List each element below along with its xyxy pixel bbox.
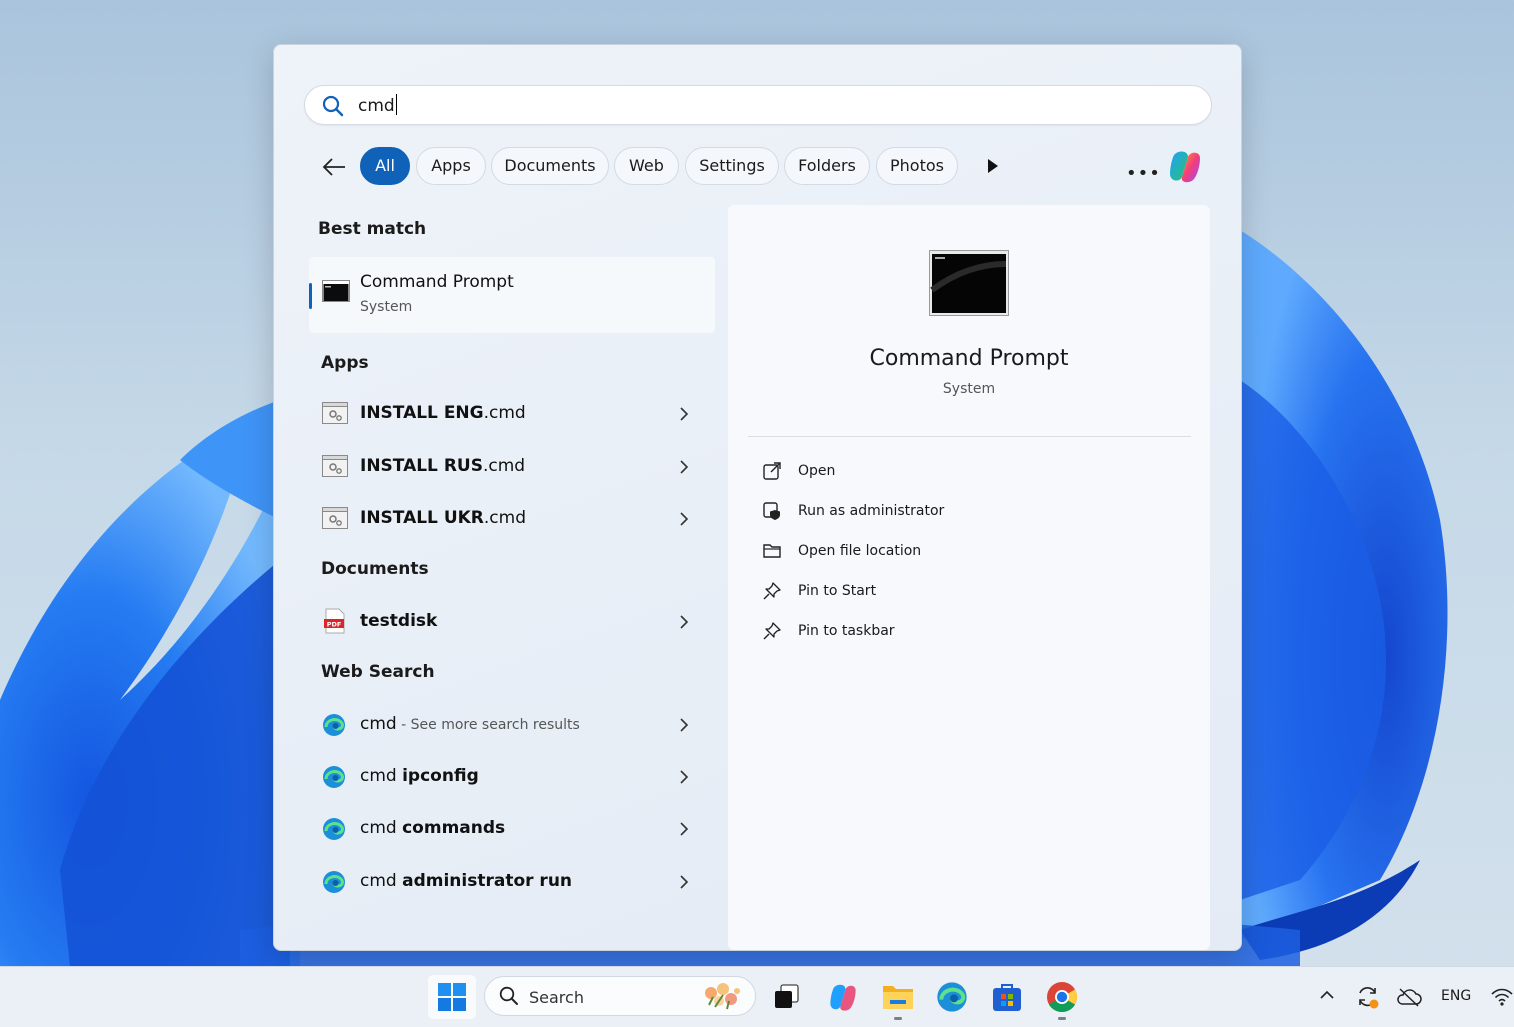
flowers-illustration-icon (705, 983, 740, 1010)
list-item-label: INSTALL RUS.cmd (360, 456, 526, 476)
action-label: Open (798, 463, 836, 479)
search-input[interactable]: cmd (304, 85, 1212, 125)
sync-icon[interactable] (1355, 984, 1381, 1010)
search-panel: cmd All Apps Documents Web Settings Fold… (273, 44, 1242, 951)
tab-apps[interactable]: Apps (416, 147, 486, 185)
batch-file-icon (322, 402, 348, 424)
list-item-label: INSTALL ENG.cmd (360, 403, 526, 423)
web-search-heading: Web Search (321, 662, 435, 682)
best-match-command-prompt[interactable]: Command Prompt System (309, 257, 715, 333)
tab-documents[interactable]: Documents (491, 147, 609, 185)
chevron-right-icon[interactable] (679, 614, 689, 630)
best-match-title: Command Prompt (360, 272, 514, 292)
list-item-web-cmd-ipconfig[interactable]: cmd ipconfig (319, 757, 699, 797)
pin-icon (763, 622, 781, 640)
list-item-testdisk[interactable]: PDF testdisk (319, 602, 699, 642)
start-button[interactable] (428, 975, 476, 1019)
file-explorer-icon[interactable] (882, 982, 914, 1012)
action-pin-to-start[interactable]: Pin to Start (762, 578, 1162, 608)
wifi-icon[interactable] (1490, 986, 1514, 1008)
preview-title: Command Prompt (869, 346, 1069, 371)
tab-photos[interactable]: Photos (876, 147, 958, 185)
list-item-label: cmd - See more search results (360, 714, 580, 734)
chevron-right-icon[interactable] (679, 406, 689, 422)
preview-subtitle: System (942, 381, 996, 397)
more-options-icon[interactable]: ••• (1126, 163, 1161, 184)
list-item-install-ukr[interactable]: INSTALL UKR.cmd (319, 499, 699, 539)
action-run-as-administrator[interactable]: Run as administrator (762, 498, 1162, 528)
chevron-right-icon[interactable] (679, 717, 689, 733)
taskbar-search-label: Search (529, 988, 584, 1007)
list-item-label: cmd administrator run (360, 871, 573, 891)
tab-settings[interactable]: Settings (685, 147, 779, 185)
search-icon (322, 95, 344, 117)
command-prompt-large-icon (929, 250, 1009, 316)
scroll-tabs-right-icon[interactable] (986, 157, 1000, 175)
action-label: Run as administrator (798, 503, 945, 519)
documents-heading: Documents (321, 559, 429, 579)
action-open-file-location[interactable]: Open file location (762, 538, 1162, 568)
chevron-right-icon[interactable] (679, 459, 689, 475)
microsoft-store-icon[interactable] (991, 981, 1023, 1013)
edge-icon (323, 714, 345, 736)
list-item-label: cmd ipconfig (360, 766, 479, 786)
action-label: Pin to Start (798, 583, 877, 599)
chevron-up-icon[interactable] (1318, 988, 1336, 1002)
best-match-heading: Best match (318, 219, 427, 239)
chrome-icon[interactable] (1046, 981, 1078, 1013)
command-prompt-icon (322, 280, 350, 302)
batch-file-icon (322, 455, 348, 477)
best-match-subtitle: System (360, 299, 413, 315)
tab-all[interactable]: All (360, 147, 410, 185)
language-indicator[interactable]: ENG (1441, 988, 1471, 1004)
shield-admin-icon (763, 502, 780, 520)
tab-web[interactable]: Web (614, 147, 679, 185)
divider (748, 436, 1191, 437)
list-item-web-cmd-administrator-run[interactable]: cmd administrator run (319, 862, 699, 902)
open-external-icon (763, 462, 781, 480)
taskbar: Search ENG (0, 966, 1514, 1027)
back-arrow-icon[interactable] (318, 153, 350, 181)
edge-icon[interactable] (936, 981, 968, 1013)
action-open[interactable]: Open (762, 458, 1162, 488)
list-item-label: testdisk (360, 611, 438, 631)
list-item-web-cmd-commands[interactable]: cmd commands (319, 809, 699, 849)
list-item-label: cmd commands (360, 818, 506, 838)
edge-icon (323, 818, 345, 840)
action-label: Open file location (798, 543, 922, 559)
list-item-web-cmd[interactable]: cmd - See more search results (319, 705, 699, 745)
list-item-label: INSTALL UKR.cmd (360, 508, 526, 528)
chevron-right-icon[interactable] (679, 511, 689, 527)
running-indicator (894, 1017, 902, 1020)
running-indicator (1058, 1017, 1066, 1020)
action-label: Pin to taskbar (798, 623, 895, 639)
windows-logo-icon (438, 983, 466, 1011)
search-query-text[interactable]: cmd (358, 94, 397, 116)
copilot-icon[interactable] (827, 981, 859, 1013)
chevron-right-icon[interactable] (679, 874, 689, 890)
edge-icon (323, 871, 345, 893)
list-item-install-eng[interactable]: INSTALL ENG.cmd (319, 394, 699, 434)
taskbar-search-box[interactable]: Search (484, 976, 756, 1016)
apps-heading: Apps (321, 353, 369, 373)
text-caret (395, 94, 397, 115)
list-item-install-rus[interactable]: INSTALL RUS.cmd (319, 447, 699, 487)
search-icon (499, 986, 518, 1005)
action-pin-to-taskbar[interactable]: Pin to taskbar (762, 618, 1162, 648)
tab-folders[interactable]: Folders (784, 147, 870, 185)
task-view-icon[interactable] (772, 982, 802, 1012)
folder-icon (763, 544, 781, 558)
svg-text:PDF: PDF (327, 621, 342, 629)
copilot-icon[interactable] (1166, 147, 1204, 185)
chevron-right-icon[interactable] (679, 769, 689, 785)
batch-file-icon (322, 507, 348, 529)
preview-pane: Command Prompt System Open Run as admini… (728, 205, 1210, 950)
onedrive-offline-icon[interactable] (1396, 986, 1422, 1008)
pdf-file-icon: PDF (324, 608, 345, 634)
chevron-right-icon[interactable] (679, 821, 689, 837)
edge-icon (323, 766, 345, 788)
pin-icon (763, 582, 781, 600)
selection-indicator (309, 283, 312, 309)
